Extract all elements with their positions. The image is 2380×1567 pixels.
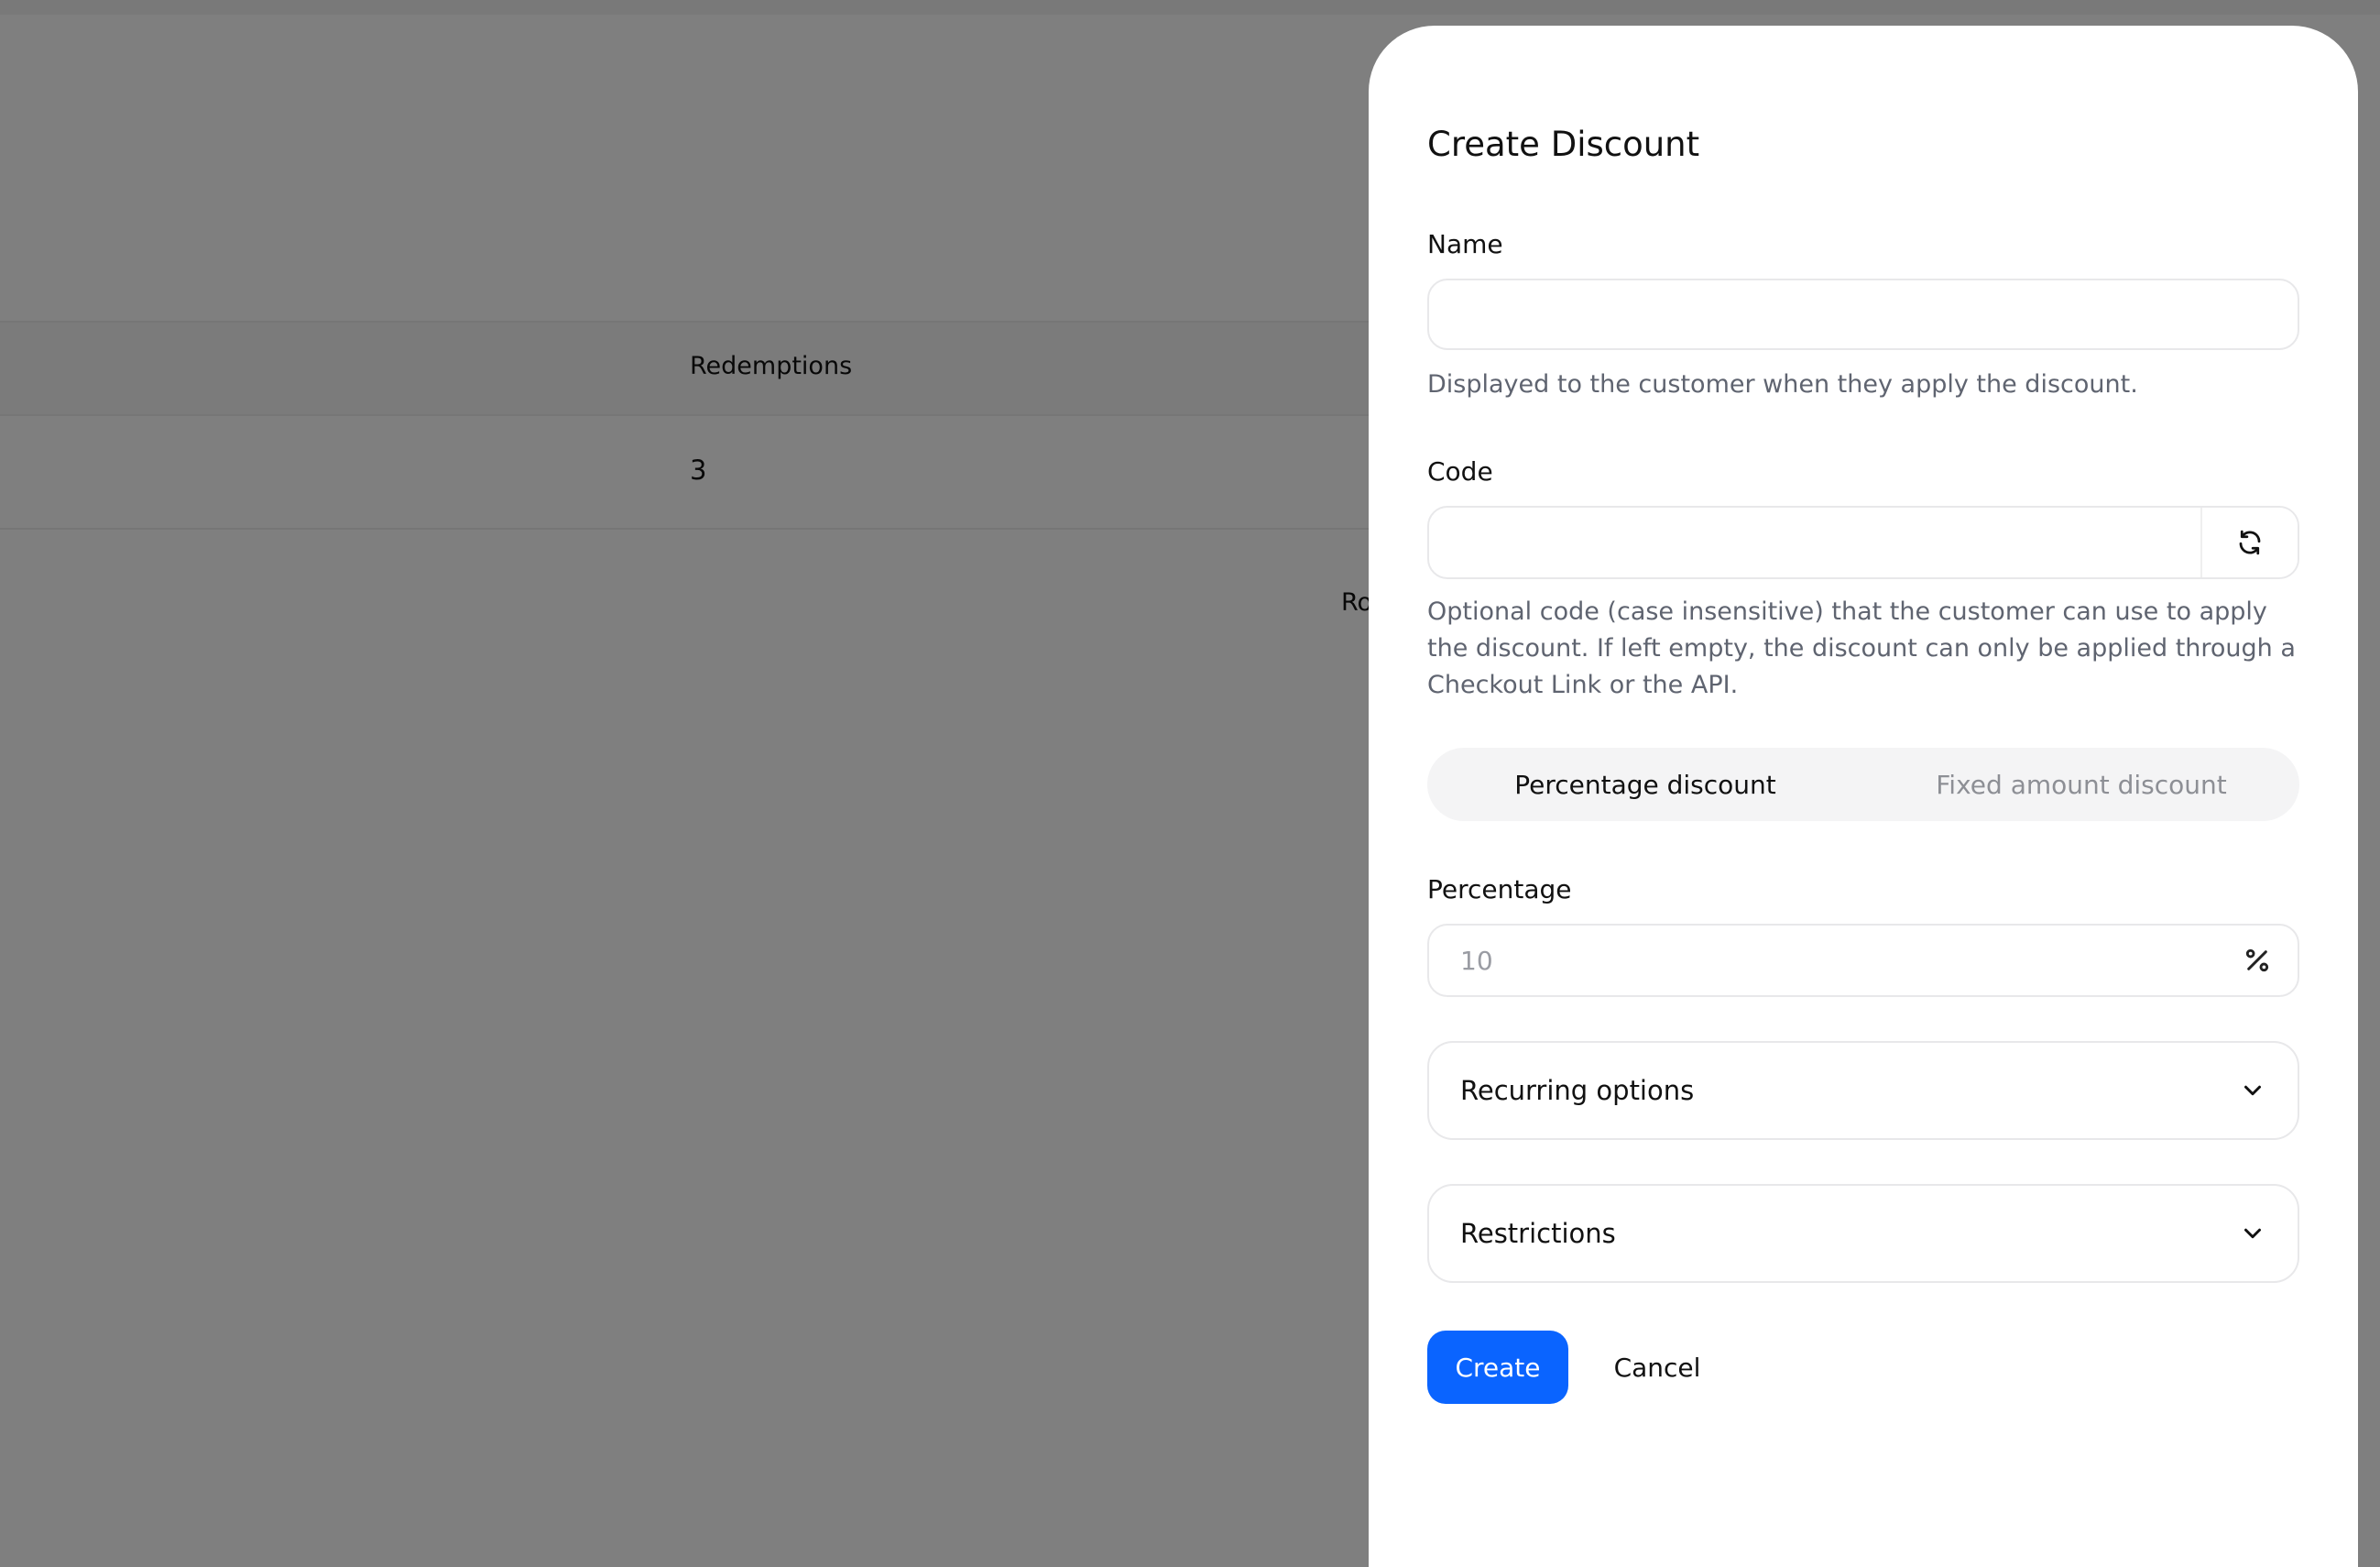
code-input[interactable] — [1427, 506, 2299, 579]
discount-type-toggle: Percentage discount Fixed amount discoun… — [1427, 748, 2299, 821]
restrictions-label: Restrictions — [1460, 1218, 1616, 1249]
percent-icon — [2245, 948, 2269, 972]
code-label: Code — [1427, 456, 1493, 487]
restrictions-accordion[interactable]: Restrictions — [1427, 1184, 2299, 1283]
refresh-icon — [2239, 530, 2261, 555]
create-button[interactable]: Create — [1427, 1331, 1568, 1404]
recurring-options-accordion[interactable]: Recurring options — [1427, 1041, 2299, 1140]
code-help-text: Optional code (case insensitive) that th… — [1427, 597, 2296, 699]
regenerate-code-button[interactable] — [2200, 508, 2298, 577]
create-discount-modal: Create Discount Name Displayed to the cu… — [1369, 26, 2358, 1567]
name-label: Name — [1427, 229, 1503, 259]
modal-title: Create Discount — [1427, 125, 1700, 164]
tab-fixed-amount-discount[interactable]: Fixed amount discount — [1863, 748, 2299, 821]
cancel-button[interactable]: Cancel — [1592, 1331, 1722, 1404]
name-help-text: Displayed to the customer when they appl… — [1427, 370, 2138, 399]
tab-percentage-discount[interactable]: Percentage discount — [1427, 748, 1863, 821]
percentage-field — [1427, 924, 2299, 997]
chevron-down-icon — [2244, 1228, 2261, 1239]
percentage-input[interactable] — [1427, 924, 2299, 997]
percentage-label: Percentage — [1427, 874, 1572, 904]
code-field — [1427, 506, 2299, 579]
recurring-options-label: Recurring options — [1460, 1075, 1695, 1106]
chevron-down-icon — [2244, 1085, 2261, 1096]
name-input[interactable] — [1427, 279, 2299, 350]
